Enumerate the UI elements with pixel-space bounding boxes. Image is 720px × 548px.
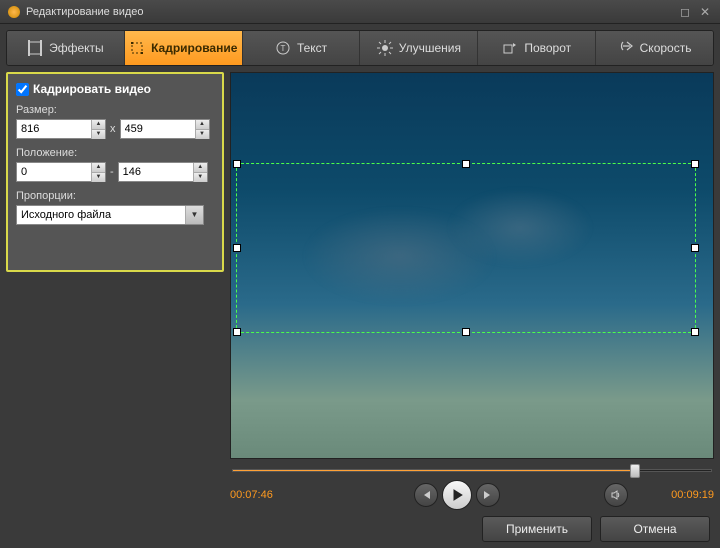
posx-input[interactable] [17,163,91,181]
effects-icon [27,40,43,56]
x-separator: x [110,123,116,135]
apply-button[interactable]: Применить [482,516,592,542]
tab-speed[interactable]: Скорость [596,31,713,65]
tab-label: Текст [297,41,327,55]
enhance-icon [377,40,393,56]
posy-spinner[interactable]: ▲▼ [118,162,208,182]
down-icon[interactable]: ▼ [91,130,105,139]
width-spinner[interactable]: ▲▼ [16,119,106,139]
rotate-icon [502,40,518,56]
up-icon[interactable]: ▲ [195,120,209,130]
crop-handle-tl[interactable] [233,160,241,168]
position-label: Положение: [16,147,214,159]
up-icon[interactable]: ▲ [91,163,105,173]
tab-bar: Эффекты Кадрирование T Текст Улучшения П… [6,30,714,66]
svg-text:T: T [281,44,286,53]
crop-handle-mr[interactable] [691,244,699,252]
tab-enhance[interactable]: Улучшения [360,31,478,65]
size-label: Размер: [16,104,214,116]
up-icon[interactable]: ▲ [91,120,105,130]
close-button[interactable]: ✕ [698,5,712,19]
window-title: Редактирование видео [26,6,672,18]
posx-spinner[interactable]: ▲▼ [16,162,106,182]
crop-icon [129,40,145,56]
height-spinner[interactable]: ▲▼ [120,119,210,139]
crop-handle-ml[interactable] [233,244,241,252]
ratio-label: Пропорции: [16,190,214,202]
expand-button[interactable]: ◻ [678,5,692,19]
ratio-select[interactable]: ▼ [16,205,204,225]
posy-input[interactable] [119,163,193,181]
titlebar: Редактирование видео ◻ ✕ [0,0,720,24]
crop-handle-bl[interactable] [233,328,241,336]
tab-rotate[interactable]: Поворот [478,31,596,65]
crop-enable-checkbox[interactable] [16,83,29,96]
down-icon[interactable]: ▼ [195,130,209,139]
down-icon[interactable]: ▼ [91,173,105,182]
height-input[interactable] [121,120,195,138]
app-icon [8,6,20,18]
crop-handle-tm[interactable] [462,160,470,168]
content-area: Кадрировать видео Размер: ▲▼ x ▲▼ Положе… [0,72,720,510]
prev-frame-button[interactable] [414,483,438,507]
tab-label: Кадрирование [151,41,237,55]
tab-label: Улучшения [399,41,461,55]
tab-effects[interactable]: Эффекты [7,31,125,65]
chevron-down-icon[interactable]: ▼ [185,206,203,224]
volume-button[interactable] [604,483,628,507]
next-frame-button[interactable] [476,483,500,507]
tab-text[interactable]: T Текст [243,31,361,65]
tab-label: Эффекты [49,41,104,55]
player-controls: 00:07:46 00:09:19 [230,480,714,510]
preview-pane: 00:07:46 00:09:19 [230,72,714,510]
crop-panel: Кадрировать видео Размер: ▲▼ x ▲▼ Положе… [6,72,224,272]
crop-handle-tr[interactable] [691,160,699,168]
play-button[interactable] [442,480,472,510]
ratio-value[interactable] [17,206,185,224]
timeline[interactable] [232,469,712,472]
timeline-thumb[interactable] [630,464,640,478]
crop-rectangle[interactable] [236,163,696,333]
time-current: 00:07:46 [230,489,310,501]
speed-icon [618,40,634,56]
crop-enable-label: Кадрировать видео [33,82,151,96]
down-icon[interactable]: ▼ [193,173,207,182]
footer: Применить Отмена [0,510,720,548]
tab-crop[interactable]: Кадрирование [125,31,243,65]
time-total: 00:09:19 [634,489,714,501]
cancel-button[interactable]: Отмена [600,516,710,542]
text-icon: T [275,40,291,56]
video-viewport[interactable] [230,72,714,459]
crop-handle-bm[interactable] [462,328,470,336]
up-icon[interactable]: ▲ [193,163,207,173]
width-input[interactable] [17,120,91,138]
timeline-progress [233,470,635,471]
tab-label: Поворот [524,41,571,55]
crop-handle-br[interactable] [691,328,699,336]
tab-label: Скорость [640,41,692,55]
dash-separator: - [110,166,114,178]
